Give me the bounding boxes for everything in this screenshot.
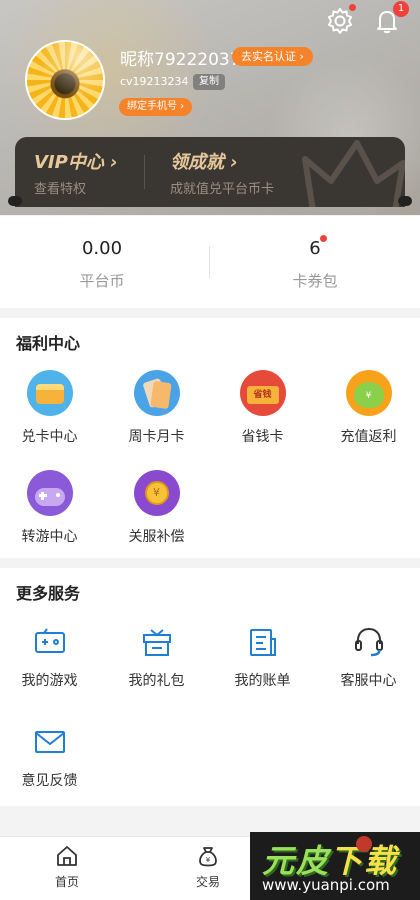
welfare-item-exchange-card[interactable]: 兑卡中心 [0,370,102,446]
service-item-customer-service[interactable]: 客服中心 [316,624,420,690]
notification-badge: 1 [393,1,409,17]
profile-header: 1 昵称79222037 去实名认证 › cv19213234 复制 绑定手机号… [0,0,420,215]
wallet-divider [209,246,210,278]
svg-text:¥: ¥ [206,856,211,864]
coin-label[interactable]: 平台币 [42,270,162,291]
tab-badge [356,836,372,852]
vip-card: VIP中心 › 查看特权 领成就 › 成就值兑平台币卡 [15,137,405,207]
verify-button[interactable]: 去实名认证 › [232,47,313,66]
welfare-item-save-money-card[interactable]: 省钱 省钱卡 [210,370,315,446]
welfare-item-game-transfer[interactable]: 转游中心 [0,470,102,546]
vip-divider [144,155,145,189]
watermark-logo: 元皮下载 www.yuanpi.com [250,832,420,900]
vip-center-link[interactable]: VIP中心 › [34,148,118,174]
copy-button[interactable]: 复制 [193,74,225,90]
service-item-my-games[interactable]: 我的游戏 [0,624,102,690]
game-transfer-icon [26,470,73,516]
achievement-link[interactable]: 领成就 › [170,148,238,174]
compensation-icon: ¥ [133,470,180,516]
coupon-red-dot [320,235,327,242]
welfare-section: 福利中心 兑卡中心 周卡月卡 省钱 省钱卡 ¥ 充值返利 转游中心 ¥ 关服补偿 [0,318,420,558]
gamepad-icon [32,624,68,660]
coupon-count[interactable]: 6 [255,238,375,259]
bill-icon [245,624,281,660]
service-item-my-gifts[interactable]: 我的礼包 [104,624,209,690]
settings-button[interactable] [325,6,355,36]
welfare-item-compensation[interactable]: ¥ 关服补偿 [104,470,209,546]
tab-home[interactable]: 首页 [27,843,107,890]
user-id: cv19213234 [120,75,189,88]
money-bag-icon: ¥ [199,847,217,867]
coin-balance[interactable]: 0.00 [42,238,162,259]
tab-trade[interactable]: ¥ 交易 [168,843,248,890]
weekly-card-icon [133,370,180,416]
avatar[interactable] [25,40,105,120]
exchange-card-icon [26,370,73,416]
bind-phone-button[interactable]: 绑定手机号 › [119,98,193,116]
card-edge-right [398,196,412,206]
achievement-subtitle: 成就值兑平台币卡 [170,182,275,197]
welfare-title: 福利中心 [16,334,81,353]
more-services-title: 更多服务 [16,584,81,603]
coupon-label[interactable]: 卡券包 [255,270,375,291]
vip-subtitle: 查看特权 [34,182,87,197]
card-edge-left [8,196,22,206]
crown-icon [302,140,405,207]
mail-icon [32,724,68,760]
recharge-rebate-icon: ¥ [345,370,392,416]
gift-icon [139,624,175,660]
wallet-section: 0.00 平台币 6 卡券包 [0,216,420,308]
headset-icon [351,624,387,660]
welfare-item-recharge-rebate[interactable]: ¥ 充值返利 [316,370,420,446]
service-item-my-bills[interactable]: 我的账单 [210,624,315,690]
nickname: 昵称79222037 [120,50,241,70]
save-money-card-icon: 省钱 [239,370,286,416]
home-icon [57,846,77,866]
welfare-item-weekly-card[interactable]: 周卡月卡 [104,370,209,446]
gear-icon [328,8,352,34]
service-item-feedback[interactable]: 意见反馈 [0,724,102,790]
more-services-section: 更多服务 我的游戏 我的礼包 我的账单 客服中心 意见反馈 [0,568,420,806]
